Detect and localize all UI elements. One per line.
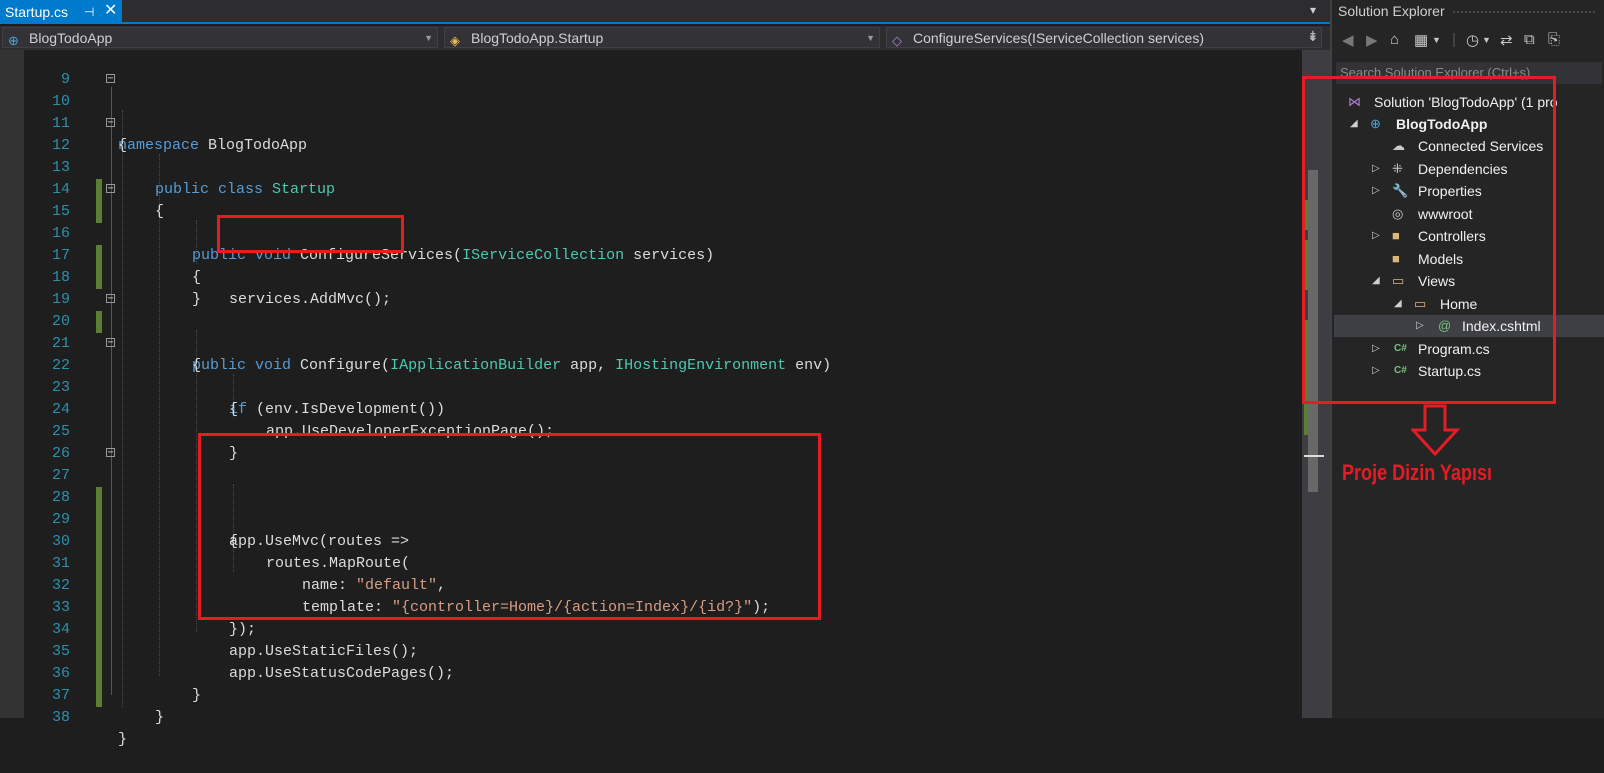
code-line: 22 − if (env.IsDevelopment()) [0, 333, 1300, 419]
solution-explorer-toolbar: ◀ ▶ ⌂ ▦ ▼ | ◷ ▼ ⇄ ⧉ ⎘ [1332, 26, 1604, 56]
code-line: 11 { [0, 91, 1300, 154]
collapse-icon[interactable]: − [106, 74, 115, 84]
document-tab-strip: Startup.cs ⊣ ✕ ▾ [0, 0, 1330, 24]
collapse-icon[interactable]: − [106, 338, 115, 348]
code-line: 23 { [0, 355, 1300, 418]
caret-position-marker [1304, 455, 1324, 457]
code-line: 12 − public class Startup [0, 113, 1300, 199]
annotation-label: Proje Dizin Yapısı [1342, 460, 1493, 485]
pin-icon[interactable]: ⊣ [84, 1, 94, 23]
code-line: 36 [0, 641, 1300, 707]
down-arrow-icon [1411, 404, 1461, 456]
code-line: 17 services.AddMvc(); [0, 223, 1300, 308]
collapse-icon[interactable]: − [106, 184, 115, 194]
tab-list-dropdown-icon[interactable]: ▾ [1310, 3, 1316, 17]
code-line: 25 } [0, 399, 1300, 462]
member-dropdown[interactable]: ◇ ConfigureServices(IServiceCollection s… [886, 27, 1322, 48]
code-line: 38 } [0, 685, 1300, 748]
code-line: 35 } [0, 619, 1300, 704]
pending-changes-icon[interactable]: ◷ [1466, 31, 1479, 49]
chevron-down-icon[interactable]: ▼ [1482, 35, 1491, 45]
code-line: 18 } [0, 245, 1300, 308]
tab-accent-line [0, 22, 1330, 24]
highlight-box-usemvc [198, 433, 821, 620]
collapse-icon[interactable]: − [106, 294, 115, 304]
show-all-files-icon[interactable]: ⎘ [1548, 31, 1560, 48]
panel-title: Solution Explorer [1338, 3, 1445, 19]
code-line: 13 { [0, 135, 1300, 220]
switch-views-icon[interactable]: ▦ [1414, 31, 1428, 49]
code-line: 10 − namespace BlogTodoApp [0, 69, 1300, 155]
code-line: 37 } [0, 663, 1300, 726]
code-line: 19 [0, 267, 1300, 333]
tab-startup-cs[interactable]: Startup.cs ⊣ ✕ [0, 0, 122, 24]
highlight-box-addmvc [217, 215, 404, 253]
back-icon[interactable]: ◀ [1342, 31, 1354, 49]
project-dropdown[interactable]: ⊕ BlogTodoApp ▼ [2, 27, 438, 48]
member-dropdown-label: ConfigureServices(IServiceCollection ser… [913, 30, 1204, 46]
code-line: 16 { [0, 201, 1300, 286]
close-icon[interactable]: ✕ [104, 0, 117, 22]
code-line: 24 app.UseDeveloperExceptionPage(); [0, 377, 1300, 440]
code-line: 15 − public void ConfigureServices(IServ… [0, 179, 1300, 265]
code-line: 20 − public void Configure(IApplicationB… [0, 289, 1300, 375]
forward-icon[interactable]: ▶ [1366, 31, 1378, 49]
annotation-box-project-structure [1302, 76, 1556, 404]
class-dropdown[interactable]: ◈ BlogTodoApp.Startup ▼ [444, 27, 880, 48]
code-line: 14 [0, 157, 1300, 223]
chevron-down-icon[interactable]: ▼ [1432, 35, 1441, 45]
split-window-icon[interactable]: ⇟ [1307, 28, 1319, 45]
class-dropdown-label: BlogTodoApp.Startup [471, 30, 604, 46]
line-number: 38 [51, 709, 70, 726]
collapse-all-icon[interactable]: ⧉ [1524, 31, 1535, 48]
code-editor[interactable]: 9 10 − namespace BlogTodoApp 11 { 12 − p… [0, 47, 1302, 748]
code-line: 21 { [0, 311, 1300, 374]
separator: | [1452, 31, 1456, 48]
code-token: } [118, 731, 128, 748]
chevron-down-icon: ▼ [424, 33, 433, 43]
project-dropdown-label: BlogTodoApp [29, 30, 113, 46]
sync-icon[interactable]: ⇄ [1500, 31, 1513, 49]
home-icon[interactable]: ⌂ [1390, 31, 1399, 48]
chevron-down-icon: ▼ [866, 33, 875, 43]
collapse-icon[interactable]: − [106, 448, 115, 458]
tab-title: Startup.cs [5, 4, 69, 20]
code-line: 9 [0, 47, 1300, 88]
panel-grip[interactable] [1452, 10, 1597, 14]
collapse-icon[interactable]: − [106, 118, 115, 128]
